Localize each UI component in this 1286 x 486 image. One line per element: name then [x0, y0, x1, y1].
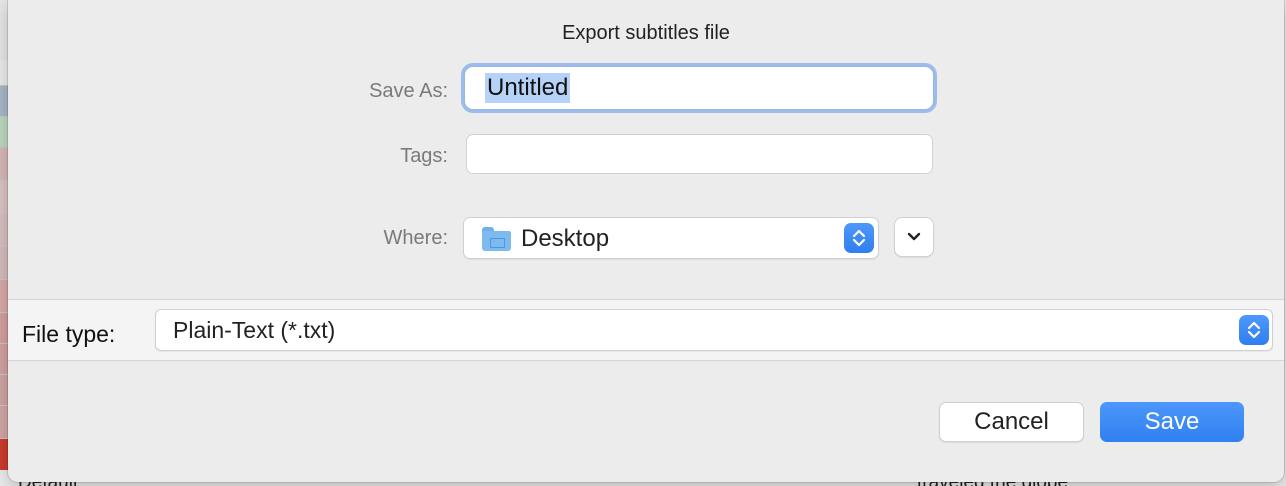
tags-label: Tags:	[400, 145, 448, 167]
dialog-title: Export subtitles file	[562, 22, 730, 44]
cancel-button[interactable]: Cancel	[939, 402, 1084, 442]
where-label: Where:	[383, 227, 448, 249]
save-as-label: Save As:	[369, 80, 448, 102]
where-value: Desktop	[521, 225, 610, 252]
tags-field[interactable]	[466, 134, 933, 174]
folder-icon	[482, 227, 511, 251]
save-button[interactable]: Save	[1100, 402, 1244, 442]
up-down-chevrons-icon[interactable]	[1239, 315, 1269, 345]
chevron-down-icon	[907, 232, 921, 241]
where-popup[interactable]: Desktop	[463, 217, 879, 259]
file-type-value: Plain-Text (*.txt)	[173, 317, 336, 343]
save-as-field[interactable]: Untitled	[464, 66, 934, 110]
file-type-popup[interactable]: Plain-Text (*.txt)	[155, 309, 1273, 351]
file-type-label: File type:	[22, 321, 116, 347]
expand-dialog-button[interactable]	[894, 217, 934, 257]
divider	[8, 360, 1284, 361]
save-as-value[interactable]: Untitled	[485, 73, 571, 103]
up-down-chevrons-icon[interactable]	[844, 223, 874, 253]
export-save-dialog: Export subtitles file Save As: Untitled …	[8, 0, 1284, 482]
